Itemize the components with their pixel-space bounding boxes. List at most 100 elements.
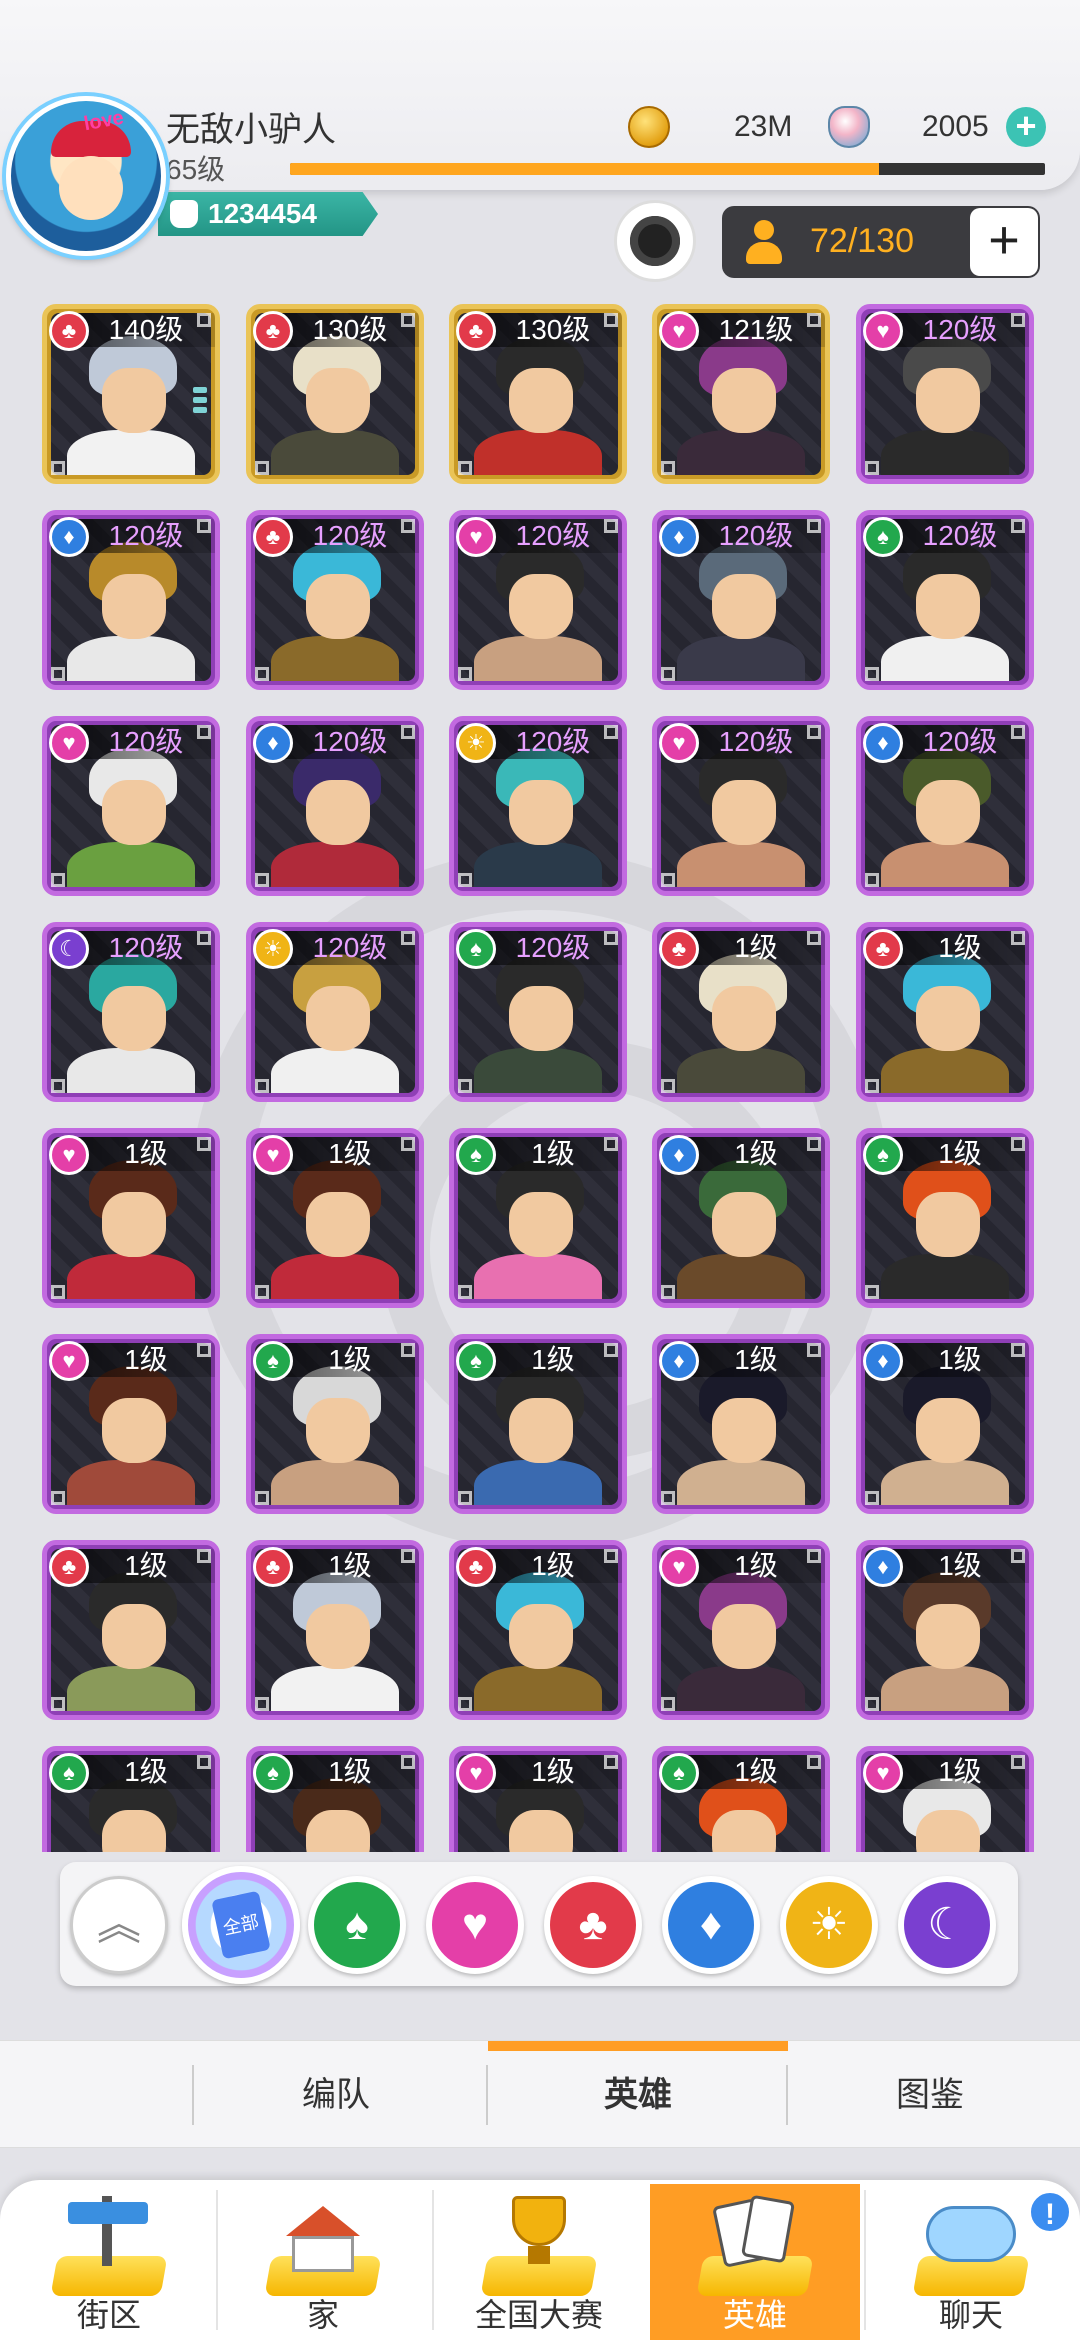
collapse-filter-button[interactable]: ︽ <box>70 1876 168 1974</box>
hero-card[interactable]: 1级 ♦ <box>856 1540 1034 1720</box>
hero-card[interactable]: 120级 ♥ <box>856 304 1034 484</box>
frame-corner <box>458 1697 472 1711</box>
hero-face <box>306 1604 371 1669</box>
hero-face <box>712 1810 777 1852</box>
hero-face <box>102 1810 167 1852</box>
player-name: 无敌小驴人 <box>166 111 336 149</box>
diamond-icon: ♦ <box>659 517 699 557</box>
signpost-icon <box>50 2196 168 2296</box>
hero-level: 1级 <box>75 1343 215 1377</box>
hero-card[interactable]: 120级 ☀ <box>449 716 627 896</box>
nav-tournament[interactable]: 全国大赛 <box>434 2184 644 2340</box>
hero-face <box>712 574 777 639</box>
heart-icon: ♥ <box>49 723 89 763</box>
nav-street[interactable]: 街区 <box>4 2184 214 2340</box>
hero-body <box>881 841 1009 887</box>
hero-card[interactable]: 1级 ♥ <box>449 1746 627 1852</box>
hero-card[interactable]: 1级 ♣ <box>42 1540 220 1720</box>
nav-home[interactable]: 家 <box>218 2184 428 2340</box>
filter-club-button[interactable]: ♣ <box>544 1876 642 1974</box>
hero-card[interactable]: 1级 ♦ <box>652 1334 830 1514</box>
club-icon: ♣ <box>456 311 496 351</box>
hero-level: 1级 <box>75 1137 215 1171</box>
nav-heroes[interactable]: 英雄 <box>650 2184 860 2340</box>
frame-corner <box>865 1285 879 1299</box>
frame-corner <box>807 1137 821 1151</box>
spade-icon: ♠ <box>456 1341 496 1381</box>
filter-sun-button[interactable]: ☀ <box>780 1876 878 1974</box>
hero-face <box>916 986 981 1051</box>
frame-corner <box>865 1491 879 1505</box>
filter-all-button[interactable]: 全部 <box>182 1866 300 1984</box>
frame-corner <box>1011 931 1025 945</box>
hero-card[interactable]: 130级 ♣ <box>449 304 627 484</box>
hero-card[interactable]: 1级 ♦ <box>856 1334 1034 1514</box>
hero-card[interactable]: 1级 ♣ <box>652 922 830 1102</box>
hero-level: 120级 <box>482 519 622 553</box>
hero-card[interactable]: 1级 ♠ <box>856 1128 1034 1308</box>
hero-body <box>67 1253 195 1299</box>
hero-card[interactable]: 1级 ♠ <box>449 1334 627 1514</box>
heart-icon: ♥ <box>659 723 699 763</box>
hero-card[interactable]: 1级 ♣ <box>246 1540 424 1720</box>
hero-face <box>916 1604 981 1669</box>
hero-card[interactable]: 120级 ♥ <box>449 510 627 690</box>
filter-diamond-button[interactable]: ♦ <box>662 1876 760 1974</box>
hero-card[interactable]: 140级 ♣ <box>42 304 220 484</box>
frame-corner <box>401 313 415 327</box>
hero-card[interactable]: 120级 ♦ <box>652 510 830 690</box>
coin-icon <box>628 106 670 148</box>
hero-card[interactable]: 120级 ☾ <box>42 922 220 1102</box>
hero-level: 120级 <box>889 313 1029 347</box>
diamond-icon: ♦ <box>659 1135 699 1175</box>
hero-face <box>712 1398 777 1463</box>
cards-icon: 全部 <box>211 1890 271 1960</box>
hero-card[interactable]: 1级 ♠ <box>42 1746 220 1852</box>
hero-card[interactable]: 120级 ♦ <box>246 716 424 896</box>
frame-corner <box>661 1697 675 1711</box>
hero-card[interactable]: 1级 ♥ <box>246 1128 424 1308</box>
hero-card[interactable]: 1级 ♠ <box>246 1746 424 1852</box>
nav-tournament-label: 全国大赛 <box>474 2297 603 2333</box>
hero-card[interactable]: 1级 ♥ <box>652 1540 830 1720</box>
frame-corner <box>807 1549 821 1563</box>
hero-card[interactable]: 120级 ☀ <box>246 922 424 1102</box>
hero-card[interactable]: 1级 ♥ <box>42 1128 220 1308</box>
hero-card[interactable]: 120级 ♦ <box>856 716 1034 896</box>
hero-card[interactable]: 120级 ♥ <box>652 716 830 896</box>
sect-emblem-button[interactable] <box>614 200 696 282</box>
hero-level: 120级 <box>75 519 215 553</box>
hero-card[interactable]: 121级 ♥ <box>652 304 830 484</box>
frame-corner <box>604 313 618 327</box>
hero-card[interactable]: 120级 ♠ <box>449 922 627 1102</box>
hero-level: 1级 <box>685 1343 825 1377</box>
sun-icon: ☀ <box>253 929 293 969</box>
add-gems-button[interactable]: + <box>1006 107 1046 147</box>
hero-card[interactable]: 1级 ♠ <box>449 1128 627 1308</box>
filter-moon-button[interactable]: ☾ <box>898 1876 996 1974</box>
hero-card[interactable]: 130级 ♣ <box>246 304 424 484</box>
hero-card[interactable]: 1级 ♥ <box>42 1334 220 1514</box>
hero-card[interactable]: 1级 ♠ <box>246 1334 424 1514</box>
hero-card[interactable]: 1级 ♦ <box>652 1128 830 1308</box>
tab-formation[interactable]: 编队 <box>186 2041 486 2149</box>
hero-card[interactable]: 120级 ♦ <box>42 510 220 690</box>
hero-card[interactable]: 1级 ♣ <box>449 1540 627 1720</box>
tab-collection[interactable]: 图鉴 <box>780 2041 1080 2149</box>
hero-face <box>916 1398 981 1463</box>
filter-spade-button[interactable]: ♠ <box>308 1876 406 1974</box>
hero-body <box>271 841 399 887</box>
hero-card[interactable]: 1级 ♥ <box>856 1746 1034 1852</box>
hero-level: 120级 <box>75 725 215 759</box>
hero-card[interactable]: 1级 ♠ <box>652 1746 830 1852</box>
hero-card[interactable]: 120级 ♣ <box>246 510 424 690</box>
chevron-up-icon: ︽ <box>97 1900 141 1949</box>
frame-corner <box>807 725 821 739</box>
hero-card[interactable]: 120级 ♠ <box>856 510 1034 690</box>
tab-heroes[interactable]: 英雄 <box>488 2041 788 2149</box>
hero-card[interactable]: 120级 ♥ <box>42 716 220 896</box>
hero-card[interactable]: 1级 ♣ <box>856 922 1034 1102</box>
hero-level: 1级 <box>482 1343 622 1377</box>
filter-heart-button[interactable]: ♥ <box>426 1876 524 1974</box>
expand-capacity-button[interactable]: + <box>970 208 1038 276</box>
